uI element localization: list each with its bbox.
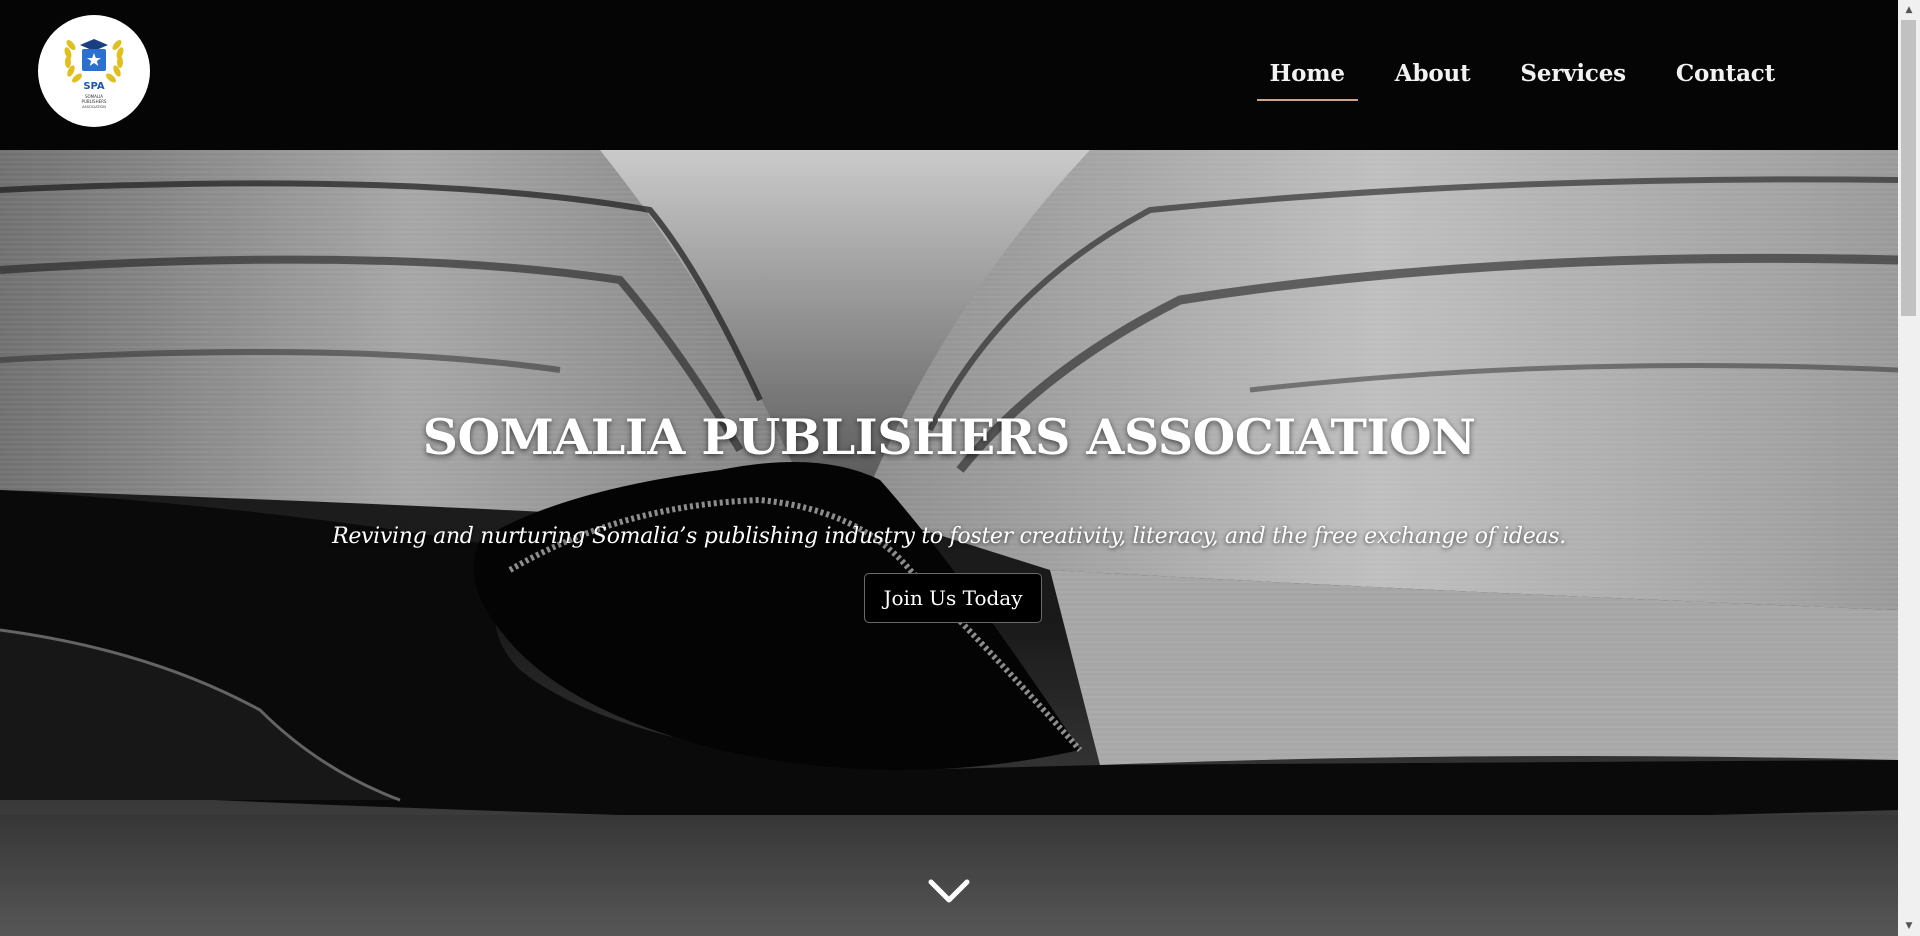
- chevron-down-icon[interactable]: [927, 876, 971, 906]
- logo-text: SPA: [83, 81, 105, 92]
- hero-section: SOMALIA PUBLISHERS ASSOCIATION Reviving …: [0, 150, 1898, 936]
- hero-title: SOMALIA PUBLISHERS ASSOCIATION: [422, 408, 1476, 466]
- scroll-down-arrow-icon[interactable]: ▼: [1898, 916, 1920, 936]
- nav-contact-link[interactable]: Contact: [1663, 48, 1788, 101]
- site-header: SPA SOMALIA PUBLISHERS ASSOCIATION Home …: [0, 0, 1898, 150]
- svg-text:PUBLISHERS: PUBLISHERS: [82, 99, 107, 104]
- svg-text:ASSOCIATION: ASSOCIATION: [82, 105, 106, 109]
- join-us-button[interactable]: Join Us Today: [864, 573, 1042, 623]
- nav-services-link[interactable]: Services: [1507, 48, 1638, 101]
- nav-home-link[interactable]: Home: [1256, 48, 1359, 101]
- scrollbar-thumb[interactable]: [1901, 20, 1916, 316]
- scroll-up-arrow-icon[interactable]: ▲: [1898, 0, 1920, 20]
- spa-logo-icon: SPA SOMALIA PUBLISHERS ASSOCIATION: [64, 39, 124, 109]
- nav-about-link[interactable]: About: [1382, 48, 1484, 101]
- page: SPA SOMALIA PUBLISHERS ASSOCIATION Home …: [0, 0, 1920, 936]
- site-logo[interactable]: SPA SOMALIA PUBLISHERS ASSOCIATION: [38, 15, 150, 127]
- hero-tagline: Reviving and nurturing Somalia’s publish…: [332, 524, 1566, 549]
- main-nav: Home About Services Contact: [1245, 48, 1800, 101]
- vertical-scrollbar[interactable]: ▲ ▼: [1898, 0, 1920, 936]
